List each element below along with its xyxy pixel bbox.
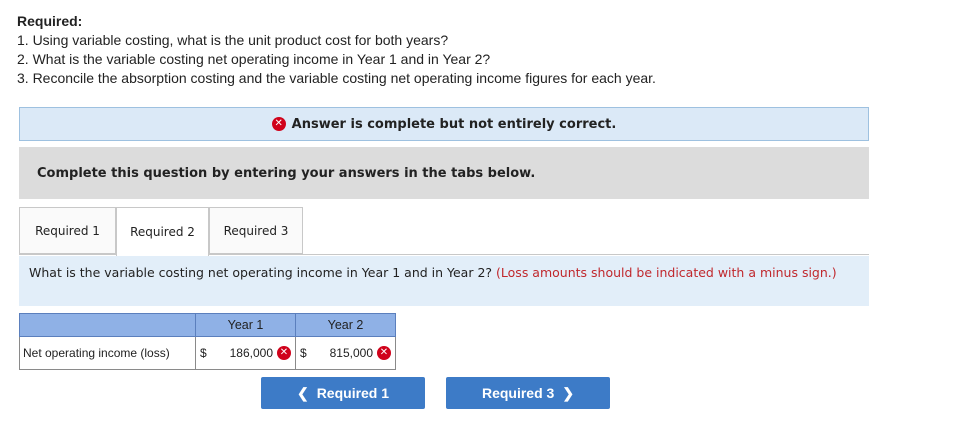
table-row: Net operating income (loss) $ 186,000 ✕ … [19,336,396,370]
complete-prompt-text: Complete this question by entering your … [37,165,536,181]
table-header-year-1: Year 1 [195,313,296,337]
incorrect-x-icon: ✕ [377,346,391,360]
instruction-item: 1. Using variable costing, what is the u… [17,32,449,48]
table-header-blank [19,313,196,337]
currency-symbol: $ [300,346,307,360]
complete-prompt: Complete this question by entering your … [19,147,869,199]
tab-required-1[interactable]: Required 1 [19,207,116,254]
prev-button-label: Required 1 [316,385,390,401]
tab-required-3[interactable]: Required 3 [209,207,303,254]
question-note: (Loss amounts should be indicated with a… [496,265,837,280]
chevron-right-icon: ❯ [562,384,575,401]
x-circle-icon: ✕ [271,117,286,131]
table-header-year-2: Year 2 [295,313,396,337]
currency-symbol: $ [200,346,207,360]
instructions: Required: 1. Using variable costing, wha… [17,12,656,88]
answer-table: Year 1 Year 2 Net operating income (loss… [19,313,396,370]
instructions-heading: Required: [17,13,83,29]
year-1-value: 186,000 [229,346,273,360]
chevron-left-icon: ❮ [296,384,309,401]
incorrect-x-icon: ✕ [277,346,291,360]
next-button-label: Required 3 [481,385,555,401]
banner-text: Answer is complete but not entirely corr… [291,116,617,132]
tab-required-2[interactable]: Required 2 [116,207,209,256]
year-1-input[interactable]: $ 186,000 ✕ [195,336,296,370]
answer-status-banner: ✕ Answer is complete but not entirely co… [19,107,869,141]
instruction-item: 3. Reconcile the absorption costing and … [17,70,656,86]
question-text: What is the variable costing net operati… [29,265,493,280]
instruction-item: 2. What is the variable costing net oper… [17,51,491,67]
next-required-button[interactable]: Required 3 ❯ [446,377,610,409]
prev-required-button[interactable]: ❮ Required 1 [261,377,425,409]
year-2-value: 815,000 [329,346,373,360]
row-label: Net operating income (loss) [19,336,196,370]
question-box: What is the variable costing net operati… [19,256,869,306]
year-2-input[interactable]: $ 815,000 ✕ [295,336,396,370]
